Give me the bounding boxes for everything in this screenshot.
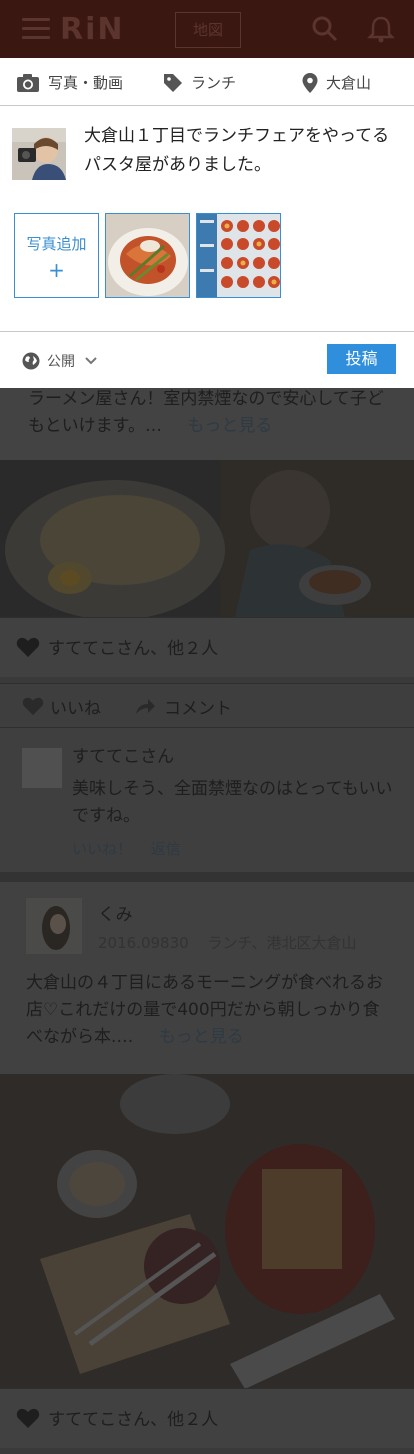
post-photo-1[interactable] [0,460,414,617]
comment-text: 美味しそう、全面禁煙なのはとってもいいですね。 [72,779,393,826]
privacy-selector[interactable]: 公開 [22,351,105,371]
post-date: 2016.09830 [98,934,189,952]
camera-icon [17,73,39,92]
tag-icon [164,73,182,92]
heart-icon[interactable] [16,1407,40,1429]
breakfast-photo-image [0,1074,414,1388]
post-photo-2[interactable] [0,1074,414,1388]
bell-icon[interactable] [366,14,396,44]
heart-icon[interactable] [16,636,40,658]
photo-video-option[interactable]: 写真・動画 [16,72,123,93]
post-author[interactable]: くみ [98,902,133,929]
composer-text[interactable]: 大倉山１丁目でランチフェアをやってるパスタ屋がありました。 [84,122,404,180]
share-icon[interactable] [134,696,156,716]
location-option[interactable]: 大倉山 [302,72,371,93]
app-logo[interactable]: RiN [60,12,125,47]
tag-option[interactable]: ランチ [163,72,236,93]
comment-reply-link[interactable]: 返信 [151,840,181,858]
post-card-2: くみ 2016.09830 ランチ、港北区大倉山 大倉山の４丁目にあるモーニング… [0,882,414,1074]
privacy-label: 公開 [47,354,75,370]
likes-row: すててこさん、他２人 [0,617,414,677]
post-separator [0,872,414,882]
comment-item: すててこさん 美味しそう、全面禁煙なのはとってもいいですね。 いいね！ 返信 [0,727,414,872]
app-header: RiN 地図 [0,0,414,58]
comment-button[interactable]: コメント [164,694,232,719]
like-button[interactable]: いいね [50,694,101,719]
globe-icon [22,352,40,370]
tag-label: ランチ [191,74,237,92]
location-label: 大倉山 [326,74,372,92]
post-submit-button[interactable]: 投稿 [327,344,396,374]
composer-footer: 公開 投稿 [0,331,414,388]
comment-author[interactable]: すててこさん [72,744,174,771]
likes-text[interactable]: すててこさん、他２人 [48,634,218,659]
user-avatar [12,128,66,180]
add-photo-label: 写真追加 [26,235,87,253]
more-link[interactable]: もっと見る [159,1027,244,1047]
search-icon[interactable] [310,14,340,44]
more-link[interactable]: もっと見る [187,416,272,436]
post-category[interactable]: ランチ、港北区大倉山 [207,934,356,952]
menu-icon[interactable] [22,18,50,40]
photo-video-label: 写真・動画 [48,74,124,92]
photo-thumbnail-menu[interactable] [196,213,281,298]
action-row: いいね コメント [0,683,414,727]
photo-thumbnail-pasta[interactable] [105,213,190,298]
composer-meta-bar: 写真・動画 ランチ 大倉山 [0,58,414,106]
likes-row: すててこさん、他２人 [0,1388,414,1448]
post-composer: 写真・動画 ランチ 大倉山 大倉山１丁目でランチフェアをやってるパスタ屋がありま… [0,58,414,388]
chevron-down-icon [85,357,97,365]
avatar[interactable] [26,898,82,954]
avatar[interactable] [22,748,62,788]
comment-like-link[interactable]: いいね！ [72,840,132,858]
heart-outline-icon[interactable] [22,696,44,716]
location-pin-icon [302,72,318,93]
plus-icon: + [48,258,65,282]
ramen-photo-image [0,460,414,617]
add-photo-button[interactable]: 写真追加 + [14,213,99,298]
likes-text[interactable]: すててこさん、他２人 [48,1405,218,1430]
map-button[interactable]: 地図 [175,12,241,48]
